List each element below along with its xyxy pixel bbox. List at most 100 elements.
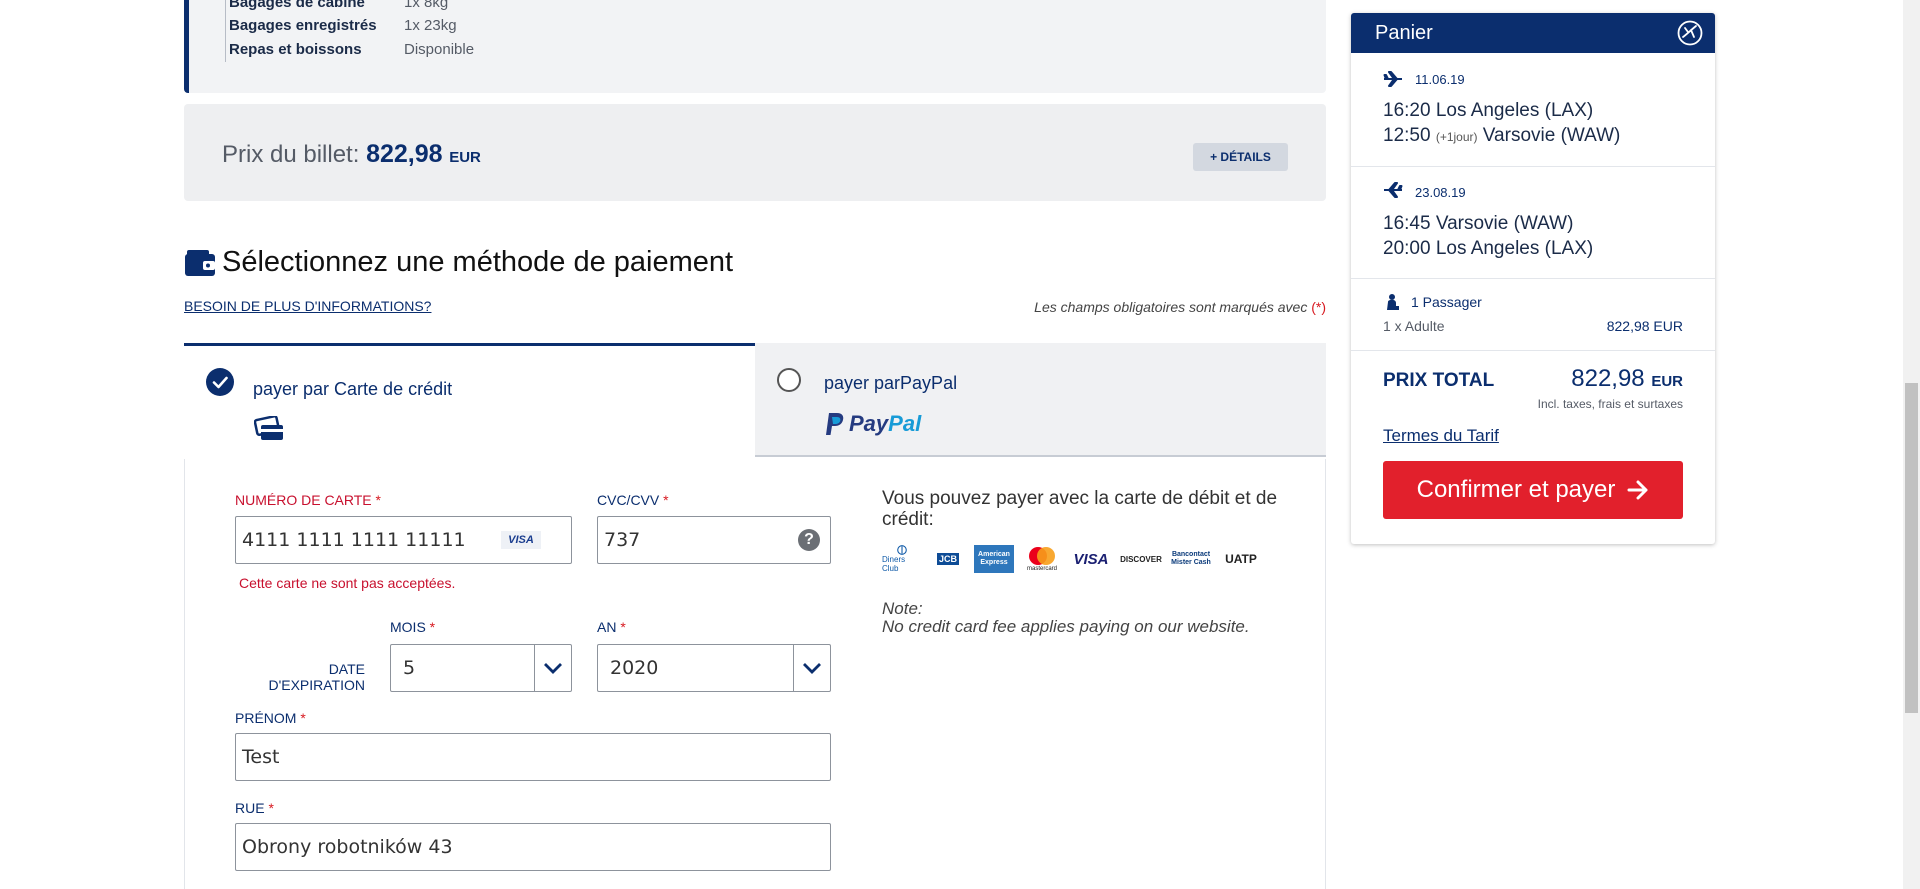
visa-logo: VISA [1073,550,1109,568]
inbound-date: 23.08.19 [1415,185,1466,200]
mastercard-logo: mastercard [1022,545,1062,573]
ticket-price: Prix du billet: 822,98 EUR [222,140,481,169]
cart-title: Panier [1375,22,1433,44]
required-star: * [300,710,306,726]
cvc-value: 737 [604,529,641,551]
baggage-info-box: Bagages de cabine 1x 8kg Bagages enregis… [184,0,1326,93]
tab-paypal[interactable]: payer parPayPal PayPal [755,343,1326,457]
street-value: Obrony robotników 43 [242,836,453,858]
paypal-wordmark: PayPal [849,411,921,437]
plane-outbound-icon [1383,71,1402,87]
chevron-down-icon[interactable] [534,645,571,691]
plane-inbound-icon [1384,182,1403,198]
street-input[interactable]: Obrony robotników 43 [235,823,831,871]
credit-card-icon [254,416,283,440]
year-value: 2020 [610,657,659,679]
cvc-label: CVC/CVV * [597,492,669,508]
uatp-logo: UATP [1225,552,1257,566]
scrollbar-thumb[interactable] [1905,383,1918,713]
required-star: * [268,800,274,816]
year-select[interactable]: 2020 [597,644,831,692]
ticket-price-box: Prix du billet: 822,98 EUR + DÉTAILS [184,104,1326,201]
tab-credit-card-label: payer par Carte de crédit [253,379,453,399]
card-number-label: NUMÉRO DE CARTE * [235,492,381,508]
tab-credit-card[interactable]: payer par Carte de crédit [184,343,755,459]
confirm-and-pay-button[interactable]: Confirmer et payer [1383,461,1683,519]
check-circle-icon [206,368,234,396]
inbound-arrival: 20:00 Los Angeles (LAX) [1383,238,1594,259]
mastercard-text: mastercard [1026,566,1057,572]
required-star: * [429,619,436,635]
first-name-value: Test [242,746,280,768]
diners-club-logo: Diners Club [882,545,922,573]
total-price-currency: EUR [1651,373,1683,390]
discover-logo: DISCOVER [1120,554,1162,564]
baggage-divider [225,0,226,62]
jcb-text: JCB [936,553,959,565]
month-label: MOIS * [390,619,435,635]
fee-note: Note: No credit card fee applies paying … [882,600,1250,636]
cvc-input[interactable]: 737 ? [597,516,831,564]
passenger-type: 1 x Adulte [1383,318,1445,334]
crane-logo-icon [1677,20,1703,46]
arrow-right-icon [1627,480,1648,500]
payment-heading: Sélectionnez une méthode de paiement [184,246,733,279]
wallet-icon [185,249,215,276]
inbound-departure: 16:45 Varsovie (WAW) [1383,213,1574,234]
details-button[interactable]: + DÉTAILS [1193,143,1288,171]
month-value: 5 [403,657,416,679]
expiry-date-label: DATE D'EXPIRATION [240,661,365,693]
first-name-input[interactable]: Test [235,733,831,781]
cart-divider [1351,278,1715,279]
outbound-arrival: 12:50 (+1jour) Varsovie (WAW) [1383,125,1620,147]
passenger-price: 822,98 EUR [1606,318,1683,334]
expiry-label-line2: D'EXPIRATION [268,677,365,693]
passenger-seat-icon [1387,294,1399,310]
more-info-link[interactable]: BESOIN DE PLUS D'INFORMATIONS? [184,298,431,314]
ticket-price-currency: EUR [449,149,481,166]
year-label-text: AN [597,619,617,635]
month-label-text: MOIS [390,619,426,635]
radio-unselected-icon[interactable] [777,368,801,392]
total-price-label: PRIX TOTAL [1383,370,1495,391]
baggage-key: Bagages enregistrés [229,17,377,34]
cart-header: Panier [1351,13,1715,53]
street-label: RUE * [235,800,274,816]
required-fields-note: Les champs obligatoires sont marqués ave… [1034,299,1326,315]
passenger-count: 1 Passager [1411,294,1482,310]
street-label-text: RUE [235,800,265,816]
card-number-value: 4111 1111 1111 11111 [242,529,466,551]
card-number-label-text: NUMÉRO DE CARTE [235,492,372,508]
next-day-badge: (+1jour) [1435,130,1478,144]
fee-note-title: Note: [882,599,923,618]
paypal-p-icon [826,413,844,435]
first-name-label: PRÉNOM * [235,710,306,726]
page-scrollbar[interactable] [1903,0,1920,889]
card-number-input[interactable]: 4111 1111 1111 11111 VISA [235,516,572,564]
total-price: 822,98 EUR [1571,365,1683,393]
outbound-arrival-city: Varsovie (WAW) [1482,125,1621,146]
paypal-word-pal: Pal [888,411,922,436]
first-name-label-text: PRÉNOM [235,710,297,726]
required-note-text: Les champs obligatoires sont marqués ave… [1034,299,1308,315]
amex-logo: American Express [974,545,1014,573]
accepted-card-logos: Diners Club JCB American Express masterc… [882,545,1262,573]
baggage-key: Bagages de cabine [229,0,365,11]
payment-heading-text: Sélectionnez une méthode de paiement [222,246,734,278]
total-price-amount: 822,98 [1571,365,1645,392]
chevron-down-icon[interactable] [793,645,830,691]
month-select[interactable]: 5 [390,644,572,692]
bancontact-logo: Bancontact Mister Cash [1171,551,1211,566]
cart-divider [1351,350,1715,351]
help-icon[interactable]: ? [798,529,820,551]
ticket-price-amount: 822,98 [366,140,443,168]
year-label: AN * [597,619,626,635]
cvc-label-text: CVC/CVV [597,492,660,508]
required-star: * [620,619,626,635]
tariff-terms-link[interactable]: Termes du Tarif [1383,426,1499,446]
baggage-key: Repas et boissons [229,41,362,58]
required-star: * [663,492,669,508]
outbound-date: 11.06.19 [1415,72,1465,87]
paypal-logo: PayPal [825,411,921,437]
baggage-value: 1x 23kg [404,17,457,34]
